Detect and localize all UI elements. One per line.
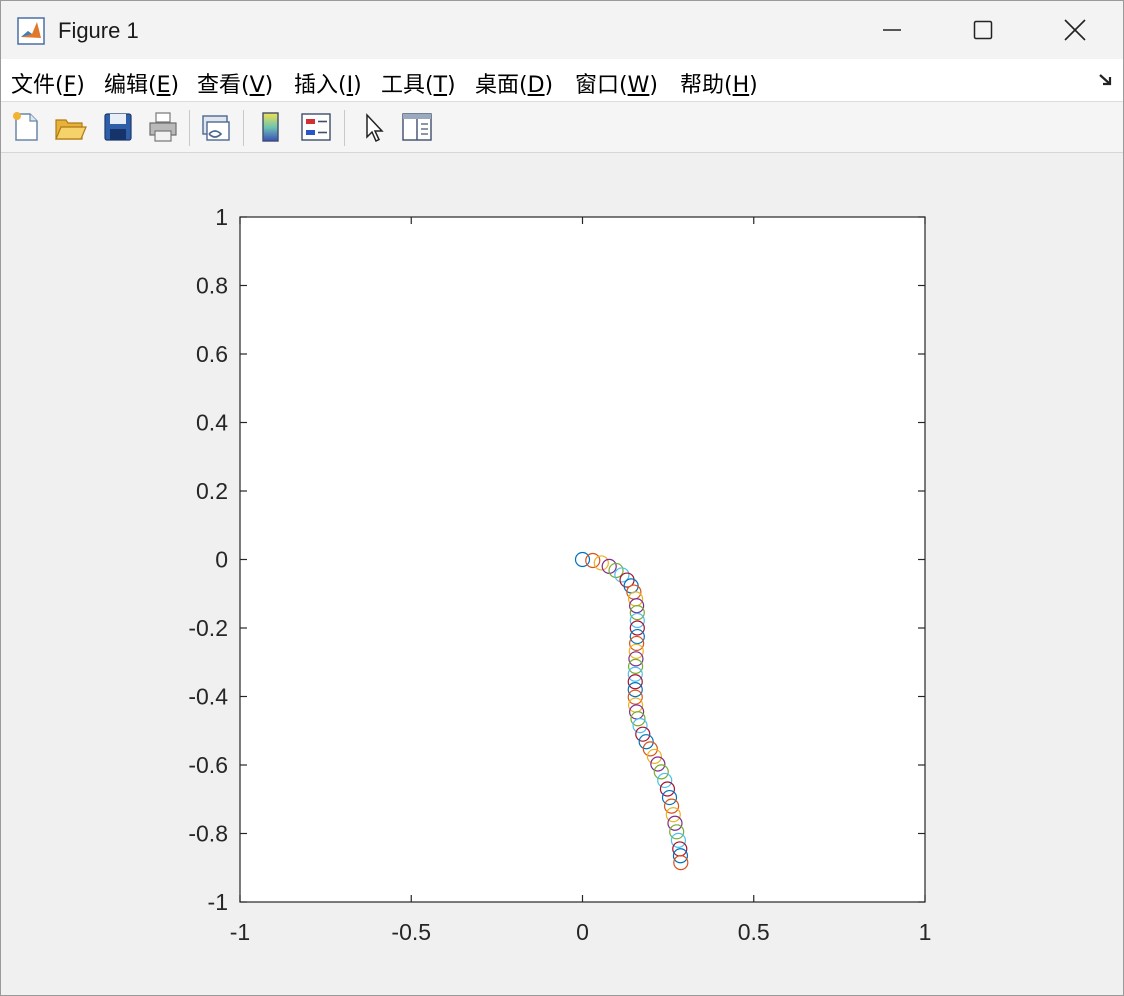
y-tick-label: 0.6	[196, 341, 228, 367]
save-icon[interactable]	[101, 110, 135, 144]
close-button[interactable]	[1029, 1, 1121, 59]
x-tick-label: -1	[230, 919, 250, 945]
figure-window: Figure 1 文件(F) 编辑(E) 查看(V) 插入(I) 工具(T) 桌…	[0, 0, 1124, 996]
open-file-icon[interactable]	[53, 110, 87, 144]
print-icon[interactable]	[146, 110, 180, 144]
y-tick-label: -0.2	[188, 615, 228, 641]
x-tick-label: 0.5	[738, 919, 770, 945]
dock-arrow-icon[interactable]	[1097, 71, 1115, 89]
y-tick-label: 0.2	[196, 478, 228, 504]
axes-background	[240, 217, 925, 902]
menu-file[interactable]: 文件(F)	[11, 67, 85, 99]
menu-edit[interactable]: 编辑(E)	[104, 67, 179, 99]
x-tick-label: 1	[919, 919, 932, 945]
toolbar-separator	[344, 110, 345, 146]
y-tick-label: 0.8	[196, 273, 228, 299]
close-icon	[1064, 19, 1086, 41]
menu-help[interactable]: 帮助(H)	[680, 67, 758, 99]
x-tick-label: 0	[576, 919, 589, 945]
maximize-button[interactable]	[937, 1, 1029, 59]
y-tick-label: -0.4	[188, 684, 228, 710]
window-title: Figure 1	[58, 18, 139, 43]
y-tick-label: -1	[208, 889, 228, 915]
menu-tools[interactable]: 工具(T)	[381, 67, 456, 99]
menu-desktop[interactable]: 桌面(D)	[475, 67, 553, 99]
new-figure-icon[interactable]	[9, 110, 43, 144]
y-tick-label: 1	[215, 204, 228, 230]
menu-insert[interactable]: 插入(I)	[294, 67, 362, 99]
y-tick-label: 0.4	[196, 410, 228, 436]
y-tick-label: -0.8	[188, 821, 228, 847]
edit-plot-arrow-icon[interactable]	[357, 110, 391, 144]
colorbar-icon[interactable]	[254, 110, 288, 144]
menu-bar: 文件(F) 编辑(E) 查看(V) 插入(I) 工具(T) 桌面(D) 窗口(W…	[1, 59, 1123, 102]
y-tick-label: 0	[215, 547, 228, 573]
menu-window[interactable]: 窗口(W)	[575, 67, 658, 99]
figure-canvas: -1 -0.5 0 0.5 1 1 0.8 0.6 0.4 0.2 0 -0.2 -0.4 -0.6 -0.…	[188, 204, 932, 945]
toolbar-separator	[243, 110, 244, 146]
legend-icon[interactable]	[299, 110, 333, 144]
menu-view[interactable]: 查看(V)	[197, 67, 273, 99]
matlab-logo-icon	[17, 17, 45, 45]
maximize-icon	[973, 20, 993, 40]
property-inspector-icon[interactable]	[400, 110, 434, 144]
toolbar-separator	[189, 110, 190, 146]
minimize-icon	[883, 29, 901, 31]
link-plot-icon[interactable]	[199, 110, 233, 144]
figure-toolbar	[1, 102, 1123, 153]
title-bar: Figure 1	[1, 1, 1123, 59]
x-tick-label: -0.5	[391, 919, 431, 945]
y-tick-label: -0.6	[188, 752, 228, 778]
minimize-button[interactable]	[846, 1, 938, 59]
